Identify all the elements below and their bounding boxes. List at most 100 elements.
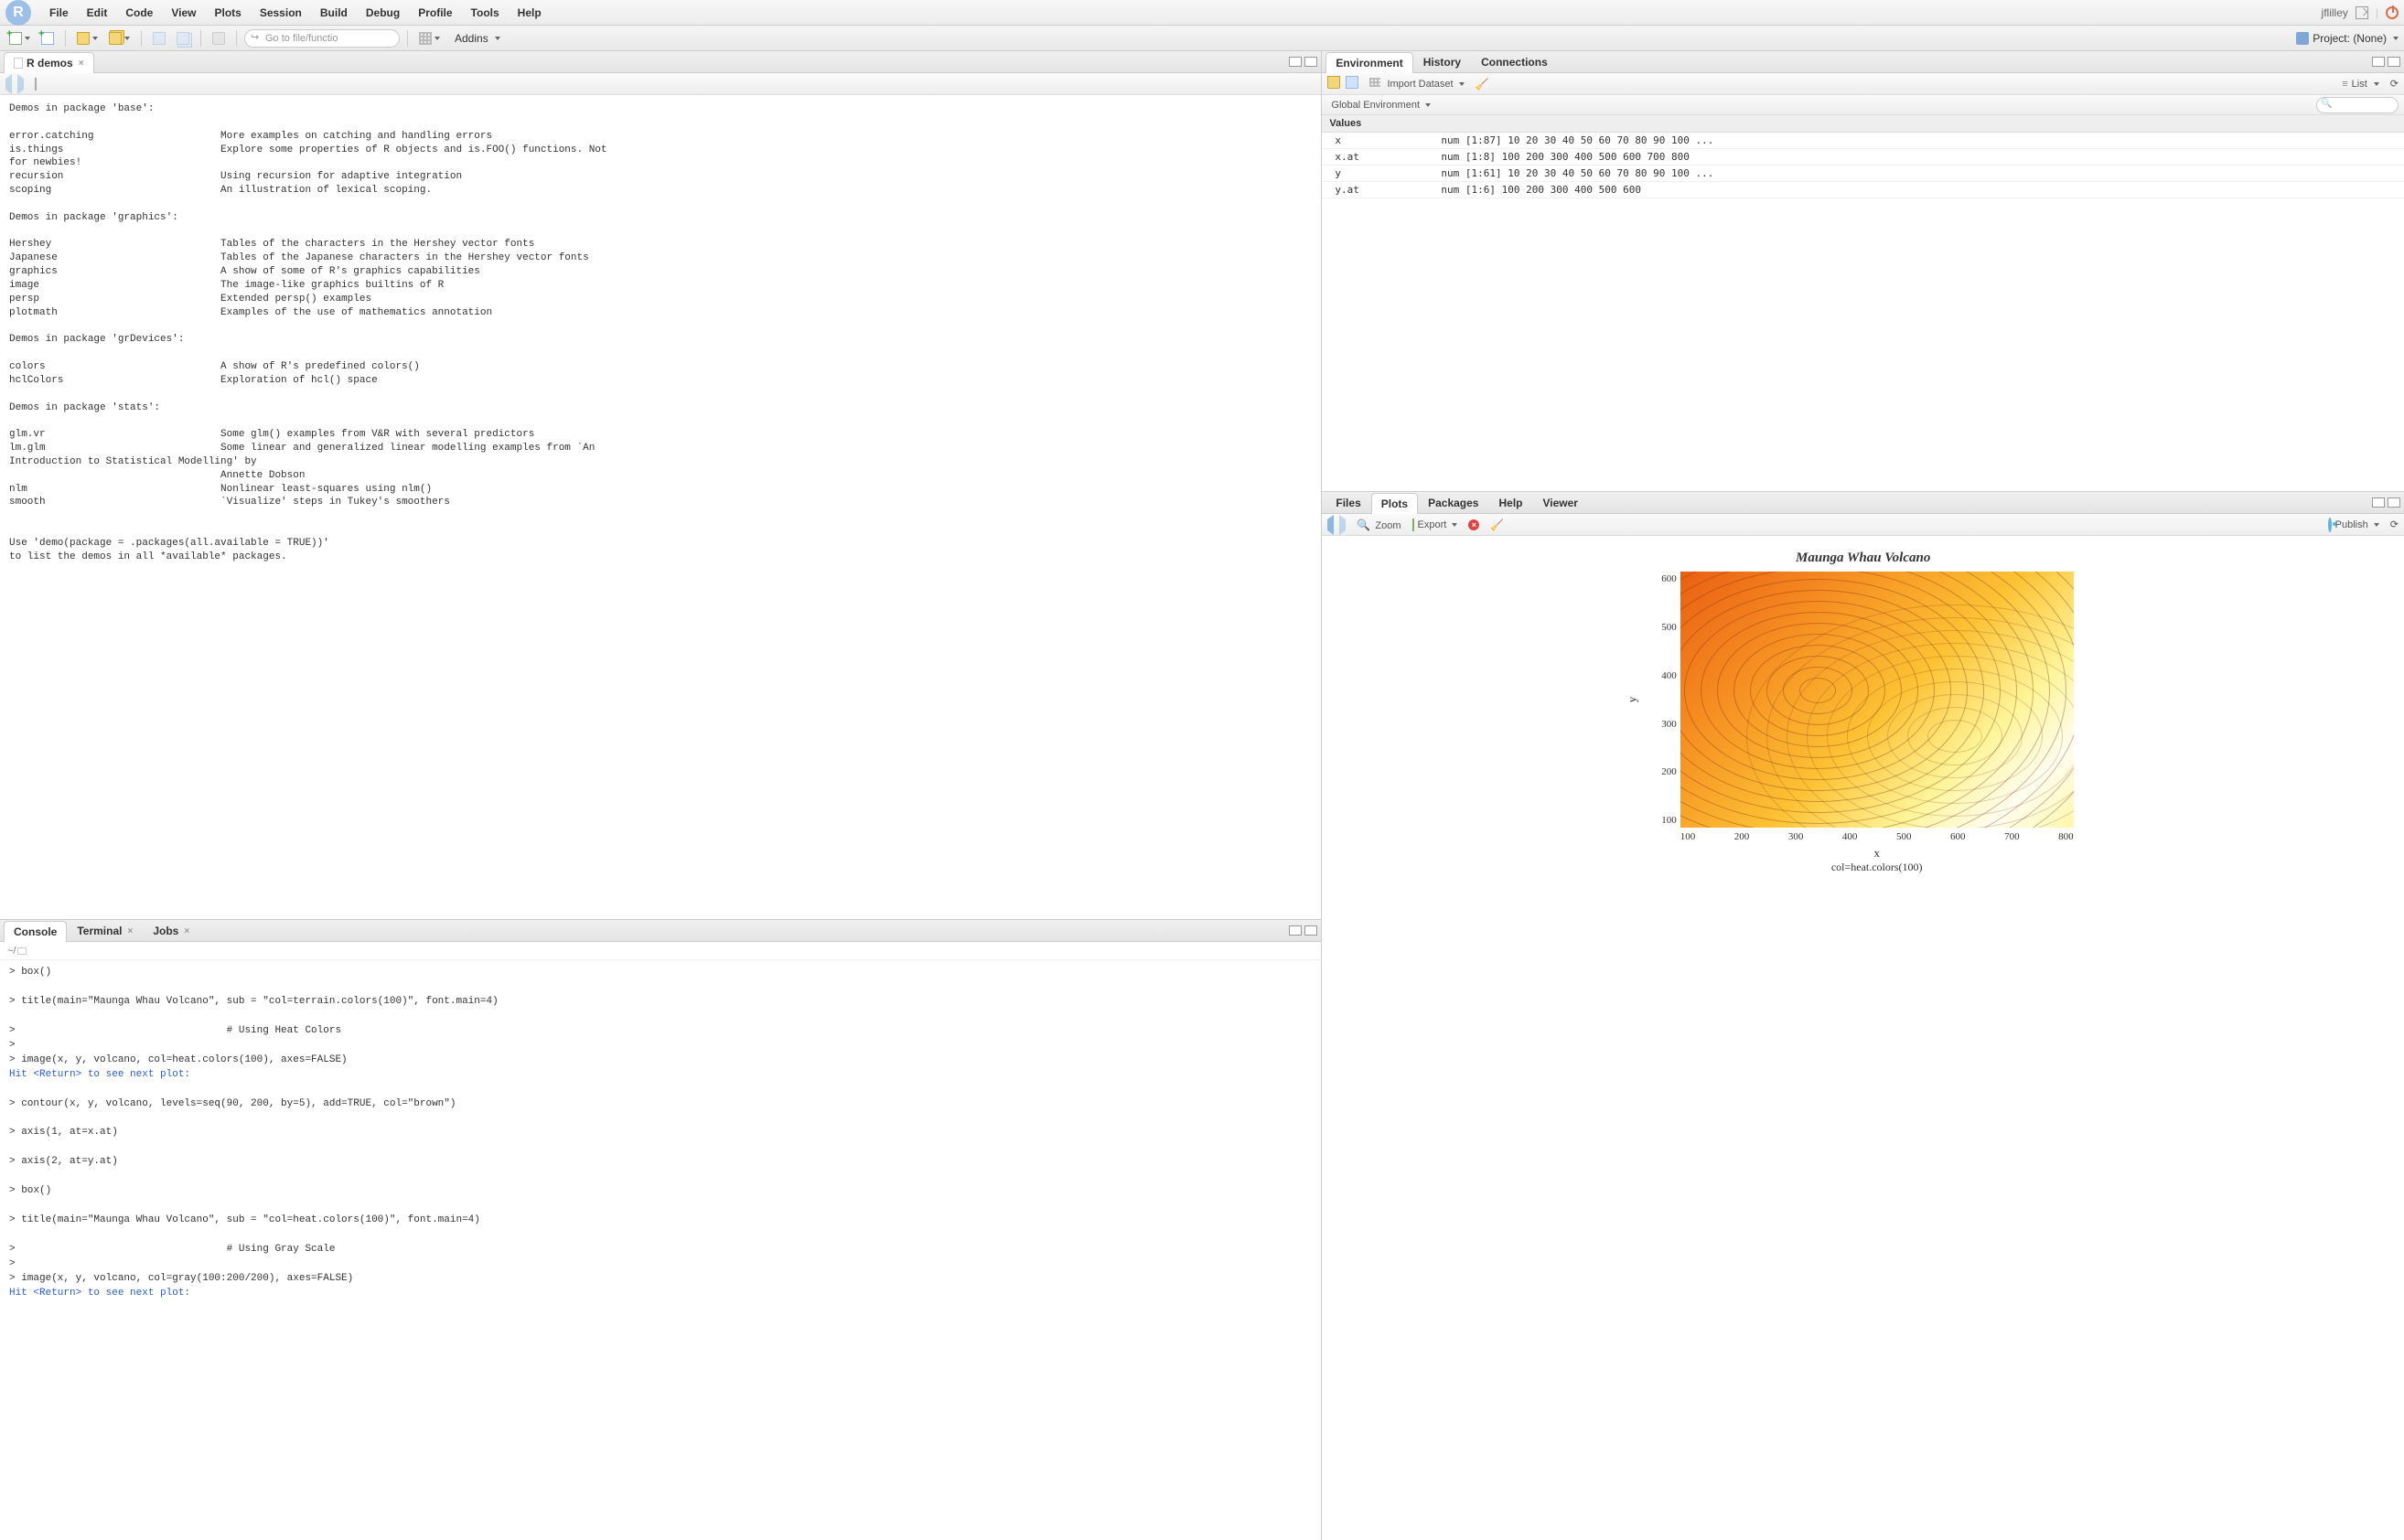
env-var-desc: num [1:61] 10 20 30 40 50 60 70 80 90 10… (1432, 166, 2404, 182)
import-dataset-button[interactable]: Import Dataset (1369, 78, 1464, 90)
load-workspace-icon[interactable] (1327, 76, 1340, 91)
addins-button[interactable]: Addins (447, 29, 508, 48)
nav-fwd-icon[interactable] (17, 79, 24, 90)
env-var-name: x.at (1322, 149, 1432, 166)
maximize-icon[interactable] (2388, 497, 2400, 508)
close-icon[interactable]: × (79, 59, 84, 69)
env-row-y[interactable]: ynum [1:61] 10 20 30 40 50 60 70 80 90 1… (1322, 166, 2404, 182)
maximize-icon[interactable] (2388, 57, 2400, 67)
tab-label: Terminal (77, 925, 122, 937)
export-button[interactable]: Export (1412, 519, 1458, 530)
signout-icon[interactable] (2356, 6, 2368, 19)
tab-help[interactable]: Help (1488, 492, 1532, 513)
tab-console[interactable]: Console (4, 921, 67, 942)
menu-edit[interactable]: Edit (78, 6, 117, 19)
refresh-plot-icon[interactable]: ⟳ (2390, 519, 2399, 530)
plot-next-icon[interactable] (1339, 519, 1346, 530)
menu-code[interactable]: Code (116, 6, 162, 19)
source-text: Demos in package 'base': error.catching … (0, 95, 1321, 572)
plot-area: Maunga Whau Volcano y 600500400300200100… (1322, 536, 2404, 1540)
env-var-desc: num [1:6] 100 200 300 400 500 600 (1432, 182, 2404, 198)
console-window-icon[interactable] (17, 947, 27, 955)
source-tab-rdemos[interactable]: R demos × (4, 52, 94, 73)
maximize-icon[interactable] (1304, 57, 1317, 67)
env-row-x[interactable]: xnum [1:87] 10 20 30 40 50 60 70 80 90 1… (1322, 133, 2404, 149)
tab-viewer[interactable]: Viewer (1533, 492, 1588, 513)
menu-help[interactable]: Help (509, 6, 551, 19)
source-pane: R demos × Demos in package ' (0, 51, 1321, 920)
plots-pane: FilesPlotsPackagesHelpViewer Zoom Export (1322, 492, 2404, 1540)
close-icon[interactable]: × (127, 926, 133, 936)
tab-files[interactable]: Files (1325, 492, 1370, 513)
console-path-text: ~/ (7, 946, 16, 957)
zoom-button[interactable]: Zoom (1357, 519, 1401, 531)
minimize-icon[interactable] (2372, 497, 2385, 508)
publish-button[interactable]: Publish (2328, 519, 2379, 530)
env-search-input[interactable] (2316, 97, 2399, 113)
save-button[interactable] (149, 29, 169, 48)
env-section-values: Values (1322, 115, 2404, 133)
power-icon[interactable] (2386, 6, 2399, 19)
print-button[interactable] (209, 29, 229, 48)
save-workspace-icon[interactable] (1346, 76, 1358, 91)
tab-connections[interactable]: Connections (1471, 51, 1558, 72)
menu-view[interactable]: View (162, 6, 205, 19)
scope-selector[interactable]: Global Environment (1327, 100, 1431, 111)
source-tab-label: R demos (27, 57, 73, 70)
menu-profile[interactable]: Profile (409, 6, 461, 19)
minimize-icon[interactable] (1289, 925, 1302, 936)
source-body[interactable]: Demos in package 'base': error.catching … (0, 95, 1321, 919)
clear-workspace-icon[interactable] (1476, 78, 1489, 91)
minimize-icon[interactable] (1289, 57, 1302, 67)
refresh-icon[interactable]: ⟳ (2390, 78, 2399, 90)
open-recent-button[interactable] (105, 29, 134, 48)
view-mode-list[interactable]: List (2342, 79, 2379, 90)
plot-canvas (1680, 572, 2074, 828)
nav-back-icon[interactable] (5, 79, 12, 90)
save-all-button[interactable] (173, 29, 193, 48)
grid-icon[interactable] (415, 29, 444, 48)
tab-jobs[interactable]: Jobs× (143, 920, 199, 941)
plot-prev-icon[interactable] (1327, 519, 1334, 530)
menu-plots[interactable]: Plots (205, 6, 250, 19)
close-icon[interactable]: × (184, 926, 189, 936)
console-body[interactable]: > box() > title(main="Maunga Whau Volcan… (0, 960, 1321, 1540)
plot-sub: col=heat.colors(100) (1680, 861, 2074, 874)
env-var-name: y.at (1322, 182, 1432, 198)
remove-plot-icon[interactable]: × (1468, 519, 1479, 530)
maximize-icon[interactable] (1304, 925, 1317, 936)
env-var-name: x (1322, 133, 1432, 149)
show-in-window-icon[interactable] (35, 79, 37, 90)
new-project-button[interactable] (38, 29, 58, 48)
list-label: List (2352, 79, 2367, 90)
menu-session[interactable]: Session (251, 6, 311, 19)
env-row-y-at[interactable]: y.atnum [1:6] 100 200 300 400 500 600 (1322, 182, 2404, 198)
env-row-x-at[interactable]: x.atnum [1:8] 100 200 300 400 500 600 70… (1322, 149, 2404, 166)
file-icon (14, 58, 23, 69)
tab-environment[interactable]: Environment (1325, 52, 1412, 73)
user-label: jflilley (2322, 6, 2348, 19)
tab-plots[interactable]: Plots (1371, 493, 1418, 514)
tab-packages[interactable]: Packages (1418, 492, 1488, 513)
tab-terminal[interactable]: Terminal × (67, 920, 143, 941)
plot-title: Maunga Whau Volcano (1796, 551, 1930, 566)
goto-file-input[interactable]: Go to file/functio (244, 29, 400, 48)
menu-file[interactable]: File (40, 6, 78, 19)
menu-debug[interactable]: Debug (357, 6, 409, 19)
menu-tools[interactable]: Tools (462, 6, 509, 19)
scope-label: Global Environment (1331, 100, 1420, 111)
console-pane: ConsoleTerminal×Jobs× ~/ > box() > title… (0, 920, 1321, 1540)
console-path: ~/ (0, 942, 1321, 960)
user-area: jflilley | (2322, 6, 2399, 19)
clear-plots-icon[interactable] (1490, 519, 1504, 531)
env-body: Values xnum [1:87] 10 20 30 40 50 60 70 … (1322, 115, 2404, 491)
menu-build[interactable]: Build (311, 6, 357, 19)
environment-pane: EnvironmentHistoryConnections Import Dat… (1322, 51, 2404, 492)
tab-history[interactable]: History (1413, 51, 1471, 72)
rstudio-logo: R (5, 0, 31, 26)
new-file-button[interactable] (5, 29, 34, 48)
open-file-button[interactable] (73, 29, 102, 48)
project-selector[interactable]: Project: (None) (2296, 32, 2399, 45)
minimize-icon[interactable] (2372, 57, 2385, 67)
env-var-name: y (1322, 166, 1432, 182)
